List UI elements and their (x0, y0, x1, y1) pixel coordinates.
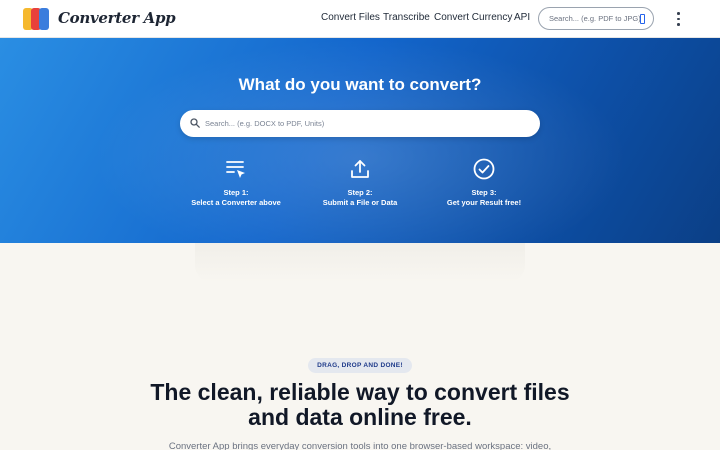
step-2-title: Step 2: (347, 188, 373, 197)
converter-search-placeholder: Search... (e.g. DOCX to PDF, Units) (205, 119, 325, 128)
step-1-title: Step 1: (223, 188, 249, 197)
hero-section: What do you want to convert? Search... (… (0, 38, 720, 243)
upload-icon (351, 160, 369, 178)
section-headline: The clean, reliable way to convert files… (0, 380, 720, 430)
step-3-text: Get your Result free! (446, 198, 522, 207)
nav-link-transcribe[interactable]: Transcribe (383, 12, 430, 23)
step-select-converter: Step 1: Select a Converter above (166, 158, 306, 208)
header-search-placeholder: Search... (e.g. PDF to JPG) (549, 14, 641, 23)
nav-link-convert-currency[interactable]: Convert Currency (434, 12, 512, 23)
step-submit-file: Step 2: Submit a File or Data (290, 158, 430, 208)
check-circle-icon (473, 158, 495, 180)
hero-title: What do you want to convert? (238, 75, 482, 94)
headline-line-2: and data online free. (248, 404, 472, 430)
section-lead-text: Converter App brings everyday conversion… (168, 441, 552, 450)
more-options-icon[interactable] (676, 12, 680, 26)
nav-link-api[interactable]: API (514, 12, 530, 23)
nav-link-convert-files[interactable]: Convert Files (321, 12, 380, 23)
app-logo-icon[interactable] (23, 8, 55, 30)
step-1-text: Select a Converter above (191, 198, 281, 207)
top-navigation-bar: Converter App Convert Files Transcribe C… (0, 0, 720, 38)
search-icon (190, 118, 200, 128)
converter-search-input[interactable]: Search... (e.g. DOCX to PDF, Units) (180, 110, 540, 137)
list-select-icon (226, 161, 245, 178)
headline-line-1: The clean, reliable way to convert files (150, 379, 570, 405)
brand-name[interactable]: Converter App (58, 9, 176, 27)
hero-card-shadow (195, 243, 525, 283)
step-3-title: Step 3: (471, 188, 497, 197)
section-badge: DRAG, DROP AND DONE! (308, 358, 412, 373)
header-search-input[interactable]: Search... (e.g. PDF to JPG) (538, 7, 654, 30)
step-get-result: Step 3: Get your Result free! (414, 158, 554, 208)
step-2-text: Submit a File or Data (322, 198, 398, 207)
search-mode-icon (640, 14, 645, 24)
